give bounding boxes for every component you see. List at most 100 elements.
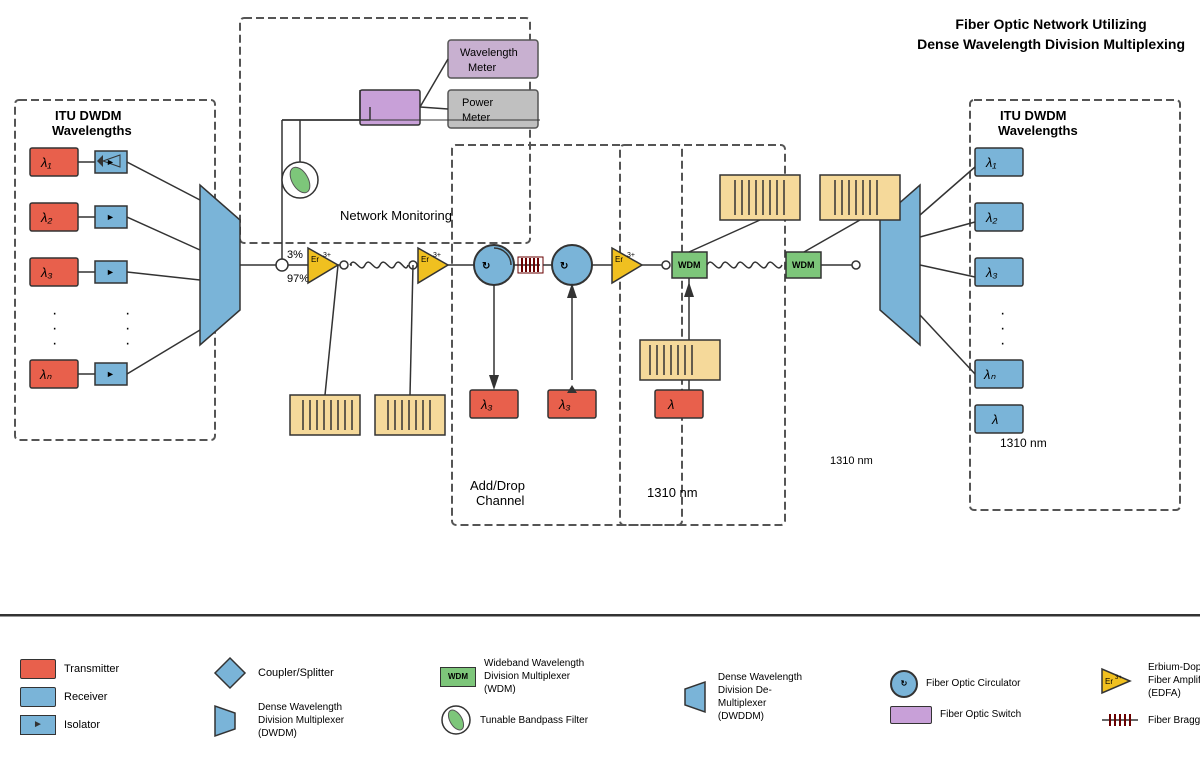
svg-text:λ₁: λ₁ (985, 155, 997, 170)
diagram-svg: ITU DWDM Wavelengths Network Monitoring … (0, 0, 1200, 614)
legend-col-1: Transmitter Receiver Isolator (20, 659, 140, 735)
legend-dwdm: Dense WavelengthDivision Multiplexer(DWD… (210, 701, 370, 741)
receiver-label: Receiver (64, 691, 107, 703)
svg-text:λₙ: λₙ (983, 367, 996, 382)
legend-col-4: Dense WavelengthDivision De-Multiplexer(… (670, 671, 820, 723)
bragg-label: Fiber Bragg Grating (1148, 714, 1200, 727)
svg-text:WDM: WDM (792, 260, 815, 270)
svg-text:3+: 3+ (323, 252, 331, 259)
transmitter-icon (20, 659, 56, 679)
svg-text:3+: 3+ (433, 252, 441, 259)
legend-col-3: WDM Wideband WavelengthDivision Multiple… (440, 657, 600, 736)
filter-label: Tunable Bandpass Filter (480, 714, 588, 727)
coupler-icon (210, 653, 250, 693)
legend-edfa: Er 3+ Erbium-DopedFiber Amplifier(EDFA) (1100, 661, 1200, 700)
dwdm-icon (210, 701, 250, 741)
svg-text:Power: Power (462, 97, 494, 109)
wdm-icon: WDM (440, 667, 476, 687)
legend-col-5: ↻ Fiber Optic Circulator Fiber Optic Swi… (890, 670, 1030, 724)
dwddm-icon (670, 677, 710, 717)
svg-text:Er: Er (1105, 677, 1113, 686)
svg-text:►: ► (106, 267, 115, 277)
svg-text:·: · (1000, 335, 1005, 352)
svg-text:97%: 97% (287, 273, 309, 285)
svg-text:1310 nm: 1310 nm (647, 485, 698, 500)
wdm-label: Wideband WavelengthDivision Multiplexer(… (484, 657, 584, 696)
switch-icon (890, 706, 932, 724)
circulator-label: Fiber Optic Circulator (926, 677, 1020, 690)
legend-col-6: Er 3+ Erbium-DopedFiber Amplifier(EDFA) … (1100, 661, 1200, 732)
svg-text:Wavelengths: Wavelengths (998, 123, 1078, 138)
svg-text:Er: Er (311, 255, 319, 264)
svg-text:ITU DWDM: ITU DWDM (1000, 108, 1066, 123)
svg-text:►: ► (106, 212, 115, 222)
legend-col-2: Coupler/Splitter Dense WavelengthDivisio… (210, 653, 370, 741)
receiver-icon (20, 687, 56, 707)
svg-text:Er: Er (421, 255, 429, 264)
nm1310-right-label: 1310 nm (830, 455, 873, 467)
svg-text:·: · (52, 335, 57, 352)
svg-text:Add/Drop: Add/Drop (470, 478, 525, 493)
filter-icon (440, 704, 472, 736)
svg-text:↻: ↻ (482, 261, 490, 272)
dwddm-label: Dense WavelengthDivision De-Multiplexer(… (718, 671, 820, 723)
svg-text:·: · (125, 335, 130, 352)
svg-text:►: ► (106, 369, 115, 379)
svg-text:WDM: WDM (678, 260, 701, 270)
transmitter-label: Transmitter (64, 663, 119, 675)
svg-text:λ₂: λ₂ (40, 210, 52, 225)
svg-text:ITU DWDM: ITU DWDM (55, 108, 121, 123)
svg-text:λ₃: λ₃ (558, 397, 571, 412)
edfa-label: Erbium-DopedFiber Amplifier(EDFA) (1148, 661, 1200, 700)
svg-text:·: · (1000, 305, 1005, 322)
legend-area: Transmitter Receiver Isolator Coupler/Sp… (0, 616, 1200, 776)
legend-transmitter: Transmitter (20, 659, 140, 679)
svg-text:3%: 3% (287, 249, 303, 261)
svg-text:·: · (1000, 320, 1005, 337)
svg-text:Meter: Meter (462, 112, 490, 124)
legend-wdm: WDM Wideband WavelengthDivision Multiple… (440, 657, 600, 696)
svg-text:3+: 3+ (1115, 675, 1122, 681)
isolator-label: Isolator (64, 719, 100, 731)
svg-text:λ₃: λ₃ (40, 265, 53, 280)
svg-text:λ₃: λ₃ (985, 265, 998, 280)
svg-text:Wavelengths: Wavelengths (52, 123, 132, 138)
switch-label: Fiber Optic Switch (940, 708, 1021, 721)
svg-text:·: · (125, 320, 130, 337)
svg-text:λ₃: λ₃ (480, 397, 493, 412)
legend-receiver: Receiver (20, 687, 140, 707)
svg-text:Channel: Channel (476, 493, 525, 508)
main-container: Fiber Optic Network Utilizing Dense Wave… (0, 0, 1200, 776)
coupler-label: Coupler/Splitter (258, 667, 334, 679)
svg-text:·: · (125, 305, 130, 322)
svg-text:λₙ: λₙ (39, 367, 52, 382)
svg-text:·: · (52, 320, 57, 337)
isolator-icon (20, 715, 56, 735)
diagram-area: Fiber Optic Network Utilizing Dense Wave… (0, 0, 1200, 616)
svg-text:λ₂: λ₂ (985, 210, 997, 225)
svg-text:λ₁: λ₁ (40, 155, 52, 170)
svg-text:↻: ↻ (560, 261, 568, 272)
svg-text:Er: Er (615, 255, 623, 264)
svg-text:λ: λ (991, 412, 998, 427)
legend-coupler: Coupler/Splitter (210, 653, 370, 693)
legend-isolator: Isolator (20, 715, 140, 735)
dwdm-label: Dense WavelengthDivision Multiplexer(DWD… (258, 701, 344, 740)
legend-circulator: ↻ Fiber Optic Circulator (890, 670, 1030, 698)
svg-text:3+: 3+ (627, 252, 635, 259)
svg-text:Meter: Meter (468, 62, 496, 74)
edfa-icon: Er 3+ (1100, 665, 1140, 697)
svg-text:►: ► (106, 157, 115, 167)
svg-text:·: · (52, 305, 57, 322)
legend-dwddm: Dense WavelengthDivision De-Multiplexer(… (670, 671, 820, 723)
legend-filter: Tunable Bandpass Filter (440, 704, 600, 736)
bragg-icon (1100, 708, 1140, 732)
legend-switch: Fiber Optic Switch (890, 706, 1030, 724)
svg-text:1310 nm: 1310 nm (1000, 436, 1047, 450)
circulator-icon: ↻ (890, 670, 918, 698)
svg-text:Wavelength: Wavelength (460, 47, 518, 59)
legend-bragg: Fiber Bragg Grating (1100, 708, 1200, 732)
diagram-title: Fiber Optic Network Utilizing Dense Wave… (917, 15, 1185, 54)
svg-text:λ: λ (667, 397, 674, 412)
svg-text:Network Monitoring: Network Monitoring (340, 208, 452, 223)
